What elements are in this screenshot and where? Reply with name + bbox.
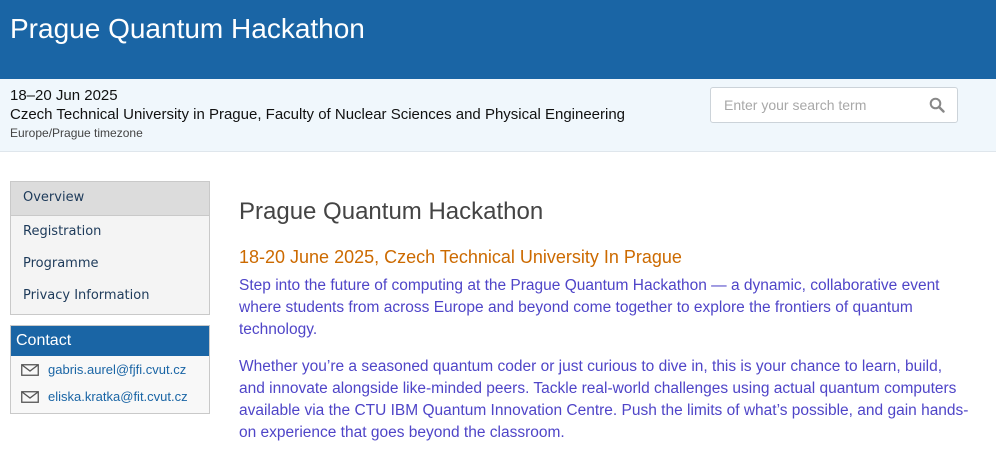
envelope-icon — [21, 363, 39, 376]
main-content: Prague Quantum Hackathon 18-20 June 2025… — [239, 197, 969, 444]
event-venue: Czech Technical University in Prague, Fa… — [10, 106, 626, 123]
contact-email-row: eliska.kratka@fit.cvut.cz — [11, 383, 209, 410]
sidebar-menu: Overview Registration Programme Privacy … — [10, 181, 210, 315]
sidebar-item-privacy-information[interactable]: Privacy Information — [11, 280, 209, 312]
contact-email-row: gabris.aurel@fjfi.cvut.cz — [11, 356, 209, 383]
search-icon[interactable] — [929, 97, 945, 113]
sidebar-item-overview[interactable]: Overview — [11, 182, 209, 216]
contact-email-link[interactable]: gabris.aurel@fjfi.cvut.cz — [48, 356, 186, 383]
event-header: Prague Quantum Hackathon — [0, 0, 996, 79]
page-subtitle: 18-20 June 2025, Czech Technical Univers… — [239, 247, 682, 267]
page-title: Prague Quantum Hackathon — [239, 198, 544, 225]
search-input[interactable] — [711, 88, 934, 122]
event-title[interactable]: Prague Quantum Hackathon — [10, 12, 365, 46]
intro-paragraph: Step into the future of computing at the… — [239, 277, 940, 338]
event-date: 18–20 Jun 2025 — [10, 87, 118, 104]
event-timezone: Europe/Prague timezone — [10, 126, 143, 140]
event-info-bar: 18–20 Jun 2025 Czech Technical Universit… — [0, 79, 996, 152]
contact-box: Contact gabris.aurel@fjfi.cvut.cz eliska… — [10, 325, 210, 414]
envelope-icon — [21, 390, 39, 403]
sidebar-item-registration[interactable]: Registration — [11, 216, 209, 248]
contact-heading: Contact — [11, 326, 209, 356]
search-box — [710, 87, 958, 123]
sidebar-item-programme[interactable]: Programme — [11, 248, 209, 280]
details-paragraph: Whether you’re a seasoned quantum coder … — [239, 358, 969, 441]
contact-email-link[interactable]: eliska.kratka@fit.cvut.cz — [48, 383, 188, 410]
